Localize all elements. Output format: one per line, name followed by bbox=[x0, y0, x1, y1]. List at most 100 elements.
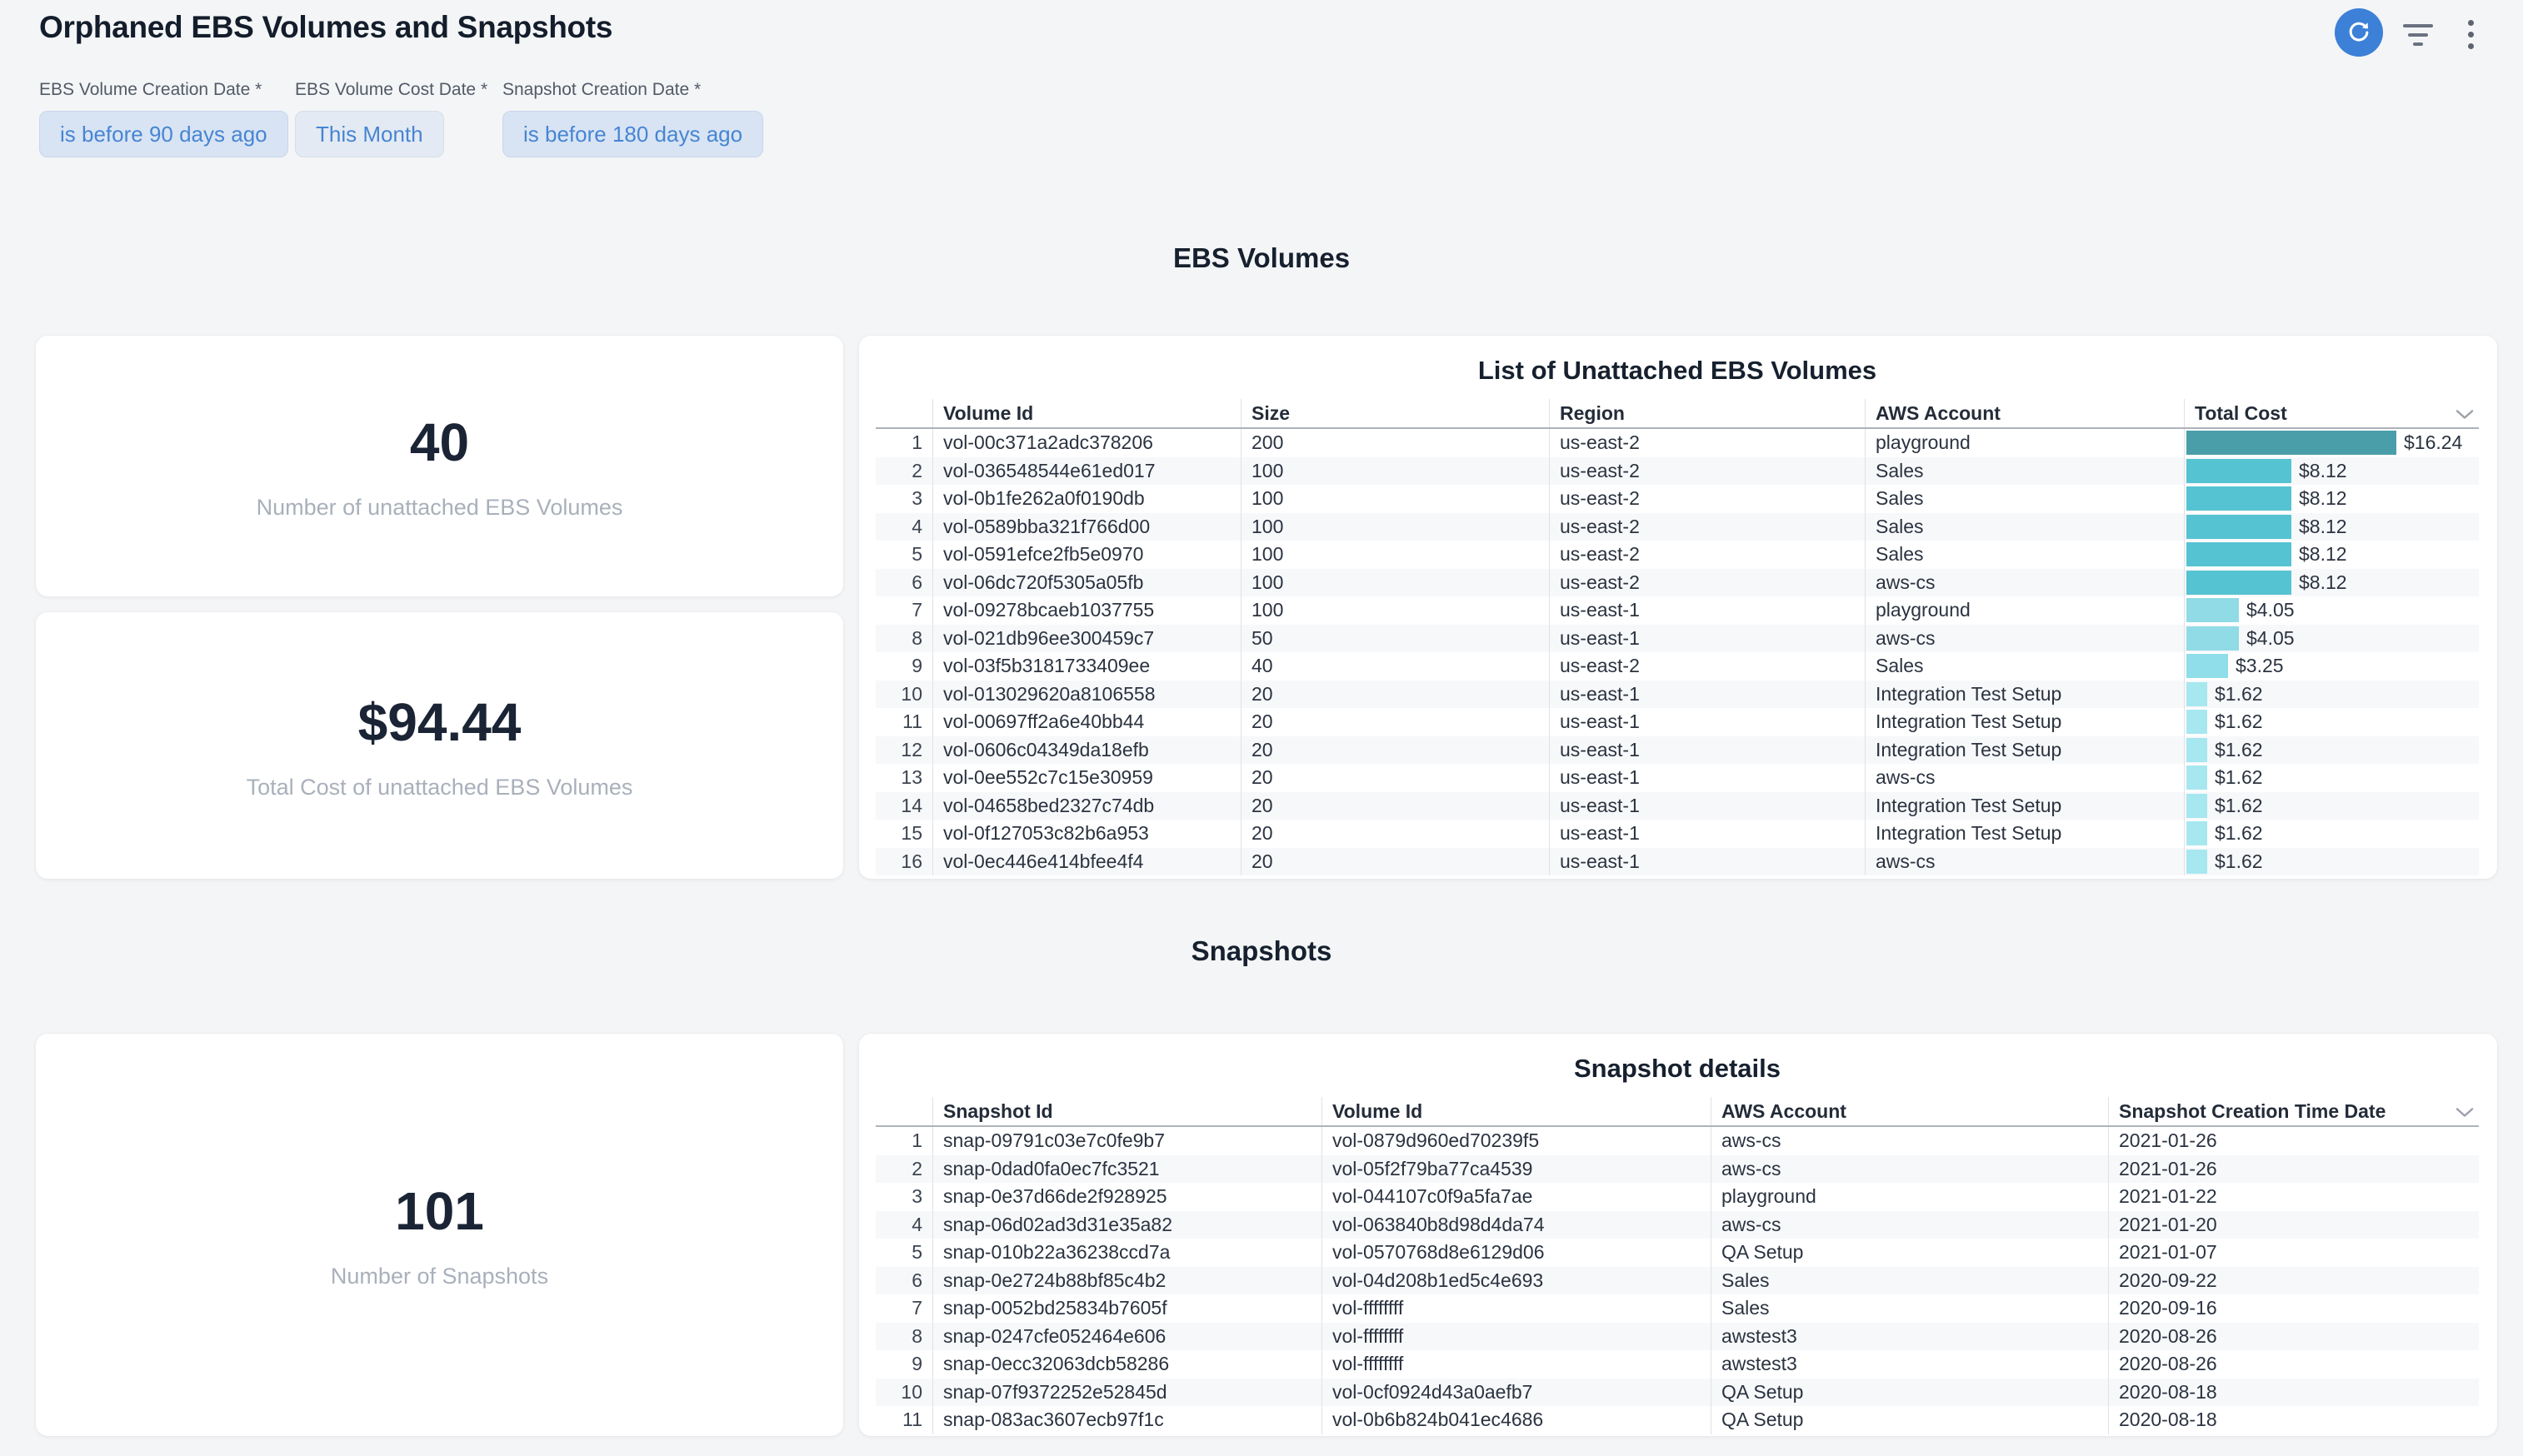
cell-volume-id: vol-04658bed2327c74db bbox=[932, 792, 1241, 820]
filter-chip-snapshot-creation-date[interactable]: is before 180 days ago bbox=[502, 111, 763, 157]
cell-volume-id: vol-ffffffff bbox=[1321, 1294, 1711, 1323]
cell-total-cost: $4.05 bbox=[2184, 625, 2479, 653]
cell-snapshot-id: snap-010b22a36238ccd7a bbox=[932, 1239, 1321, 1267]
cost-bar bbox=[2186, 850, 2207, 874]
row-number: 15 bbox=[876, 820, 932, 848]
cell-volume-id: vol-04d208b1ed5c4e693 bbox=[1321, 1267, 1711, 1295]
cell-total-cost: $8.12 bbox=[2184, 513, 2479, 541]
table-row: 1 snap-09791c03e7c0fe9b7 vol-0879d960ed7… bbox=[876, 1127, 2479, 1155]
cell-size: 50 bbox=[1241, 625, 1549, 653]
cell-snapshot-id: snap-0dad0fa0ec7fc3521 bbox=[932, 1155, 1321, 1184]
cell-size: 20 bbox=[1241, 820, 1549, 848]
row-number: 2 bbox=[876, 1155, 932, 1184]
cell-total-cost: $4.05 bbox=[2184, 596, 2479, 625]
cell-total-cost: $8.12 bbox=[2184, 485, 2479, 513]
table-row: 8 vol-021db96ee300459c7 50 us-east-1 aws… bbox=[876, 625, 2479, 653]
cell-total-cost: $3.25 bbox=[2184, 652, 2479, 681]
cell-volume-id: vol-ffffffff bbox=[1321, 1323, 1711, 1351]
cost-bar bbox=[2186, 486, 2291, 511]
chevron-down-icon[interactable] bbox=[2456, 1100, 2474, 1123]
kebab-menu-icon[interactable] bbox=[2467, 20, 2474, 53]
cost-label: $8.12 bbox=[2299, 460, 2347, 482]
cost-bar bbox=[2186, 765, 2207, 790]
cell-aws-account: aws-cs bbox=[1865, 848, 2184, 876]
row-number: 10 bbox=[876, 681, 932, 709]
cell-size: 20 bbox=[1241, 792, 1549, 820]
cell-snapshot-date: 2021-01-22 bbox=[2108, 1183, 2479, 1211]
table-row: 7 snap-0052bd25834b7605f vol-ffffffff Sa… bbox=[876, 1294, 2479, 1323]
filter-icon[interactable] bbox=[2401, 24, 2435, 47]
table-row: 12 vol-0606c04349da18efb 20 us-east-1 In… bbox=[876, 736, 2479, 765]
cell-aws-account: playground bbox=[1865, 429, 2184, 457]
cell-volume-id: vol-05f2f79ba77ca4539 bbox=[1321, 1155, 1711, 1184]
row-number: 7 bbox=[876, 596, 932, 625]
cell-aws-account: Integration Test Setup bbox=[1865, 820, 2184, 848]
row-number: 1 bbox=[876, 429, 932, 457]
cell-total-cost: $1.62 bbox=[2184, 736, 2479, 765]
cost-label: $4.05 bbox=[2246, 627, 2295, 650]
cell-region: us-east-1 bbox=[1549, 848, 1865, 876]
table-row: 8 snap-0247cfe052464e606 vol-ffffffff aw… bbox=[876, 1323, 2479, 1351]
cell-aws-account: Sales bbox=[1865, 652, 2184, 681]
filter-chip-volume-creation-date[interactable]: is before 90 days ago bbox=[39, 111, 288, 157]
cell-size: 100 bbox=[1241, 541, 1549, 569]
table-row: 10 snap-07f9372252e52845d vol-0cf0924d43… bbox=[876, 1379, 2479, 1407]
page-title: Orphaned EBS Volumes and Snapshots bbox=[39, 10, 612, 45]
filter-label: EBS Volume Cost Date * bbox=[295, 80, 487, 100]
cell-size: 20 bbox=[1241, 848, 1549, 876]
cell-volume-id: vol-0b6b824b041ec4686 bbox=[1321, 1406, 1711, 1434]
cell-volume-id: vol-0606c04349da18efb bbox=[932, 736, 1241, 765]
table-row: 1 vol-00c371a2adc378206 200 us-east-2 pl… bbox=[876, 429, 2479, 457]
cell-aws-account: aws-cs bbox=[1865, 569, 2184, 597]
table-row: 4 vol-0589bba321f766d00 100 us-east-2 Sa… bbox=[876, 513, 2479, 541]
cost-bar bbox=[2186, 738, 2207, 762]
cell-total-cost: $1.62 bbox=[2184, 708, 2479, 736]
unattached-volumes-table-card: List of Unattached EBS Volumes Volume Id… bbox=[859, 336, 2497, 879]
cell-aws-account: Sales bbox=[1711, 1267, 2108, 1295]
column-header-size: Size bbox=[1241, 399, 1549, 427]
cell-region: us-east-1 bbox=[1549, 792, 1865, 820]
cell-volume-id: vol-0879d960ed70239f5 bbox=[1321, 1127, 1711, 1155]
cell-total-cost: $16.24 bbox=[2184, 429, 2479, 457]
cell-snapshot-date: 2021-01-26 bbox=[2108, 1155, 2479, 1184]
column-header-volume-id: Volume Id bbox=[1321, 1097, 1711, 1125]
table-row: 9 vol-03f5b3181733409ee 40 us-east-2 Sal… bbox=[876, 652, 2479, 681]
row-number: 1 bbox=[876, 1127, 932, 1155]
cell-size: 40 bbox=[1241, 652, 1549, 681]
cell-volume-id: vol-ffffffff bbox=[1321, 1350, 1711, 1379]
cell-snapshot-date: 2021-01-26 bbox=[2108, 1127, 2479, 1155]
section-heading-ebs-volumes: EBS Volumes bbox=[0, 240, 2523, 277]
cost-label: $8.12 bbox=[2299, 543, 2347, 566]
cost-bar bbox=[2186, 598, 2239, 622]
cell-volume-id: vol-0570768d8e6129d06 bbox=[1321, 1239, 1711, 1267]
row-number: 11 bbox=[876, 708, 932, 736]
cell-snapshot-id: snap-09791c03e7c0fe9b7 bbox=[932, 1127, 1321, 1155]
column-header-rownum bbox=[876, 1097, 932, 1125]
cell-snapshot-date: 2020-08-26 bbox=[2108, 1350, 2479, 1379]
filter-chip-volume-cost-date[interactable]: This Month bbox=[295, 111, 444, 157]
cell-volume-id: vol-063840b8d98d4da74 bbox=[1321, 1211, 1711, 1239]
table-row: 6 vol-06dc720f5305a05fb 100 us-east-2 aw… bbox=[876, 569, 2479, 597]
row-number: 6 bbox=[876, 569, 932, 597]
cell-aws-account: aws-cs bbox=[1865, 764, 2184, 792]
volumes-table-header: Volume Id Size Region AWS Account Total … bbox=[876, 399, 2479, 429]
table-row: 16 vol-0ec446e414bfee4f4 20 us-east-1 aw… bbox=[876, 848, 2479, 876]
row-number: 3 bbox=[876, 485, 932, 513]
cell-region: us-east-1 bbox=[1549, 596, 1865, 625]
cost-label: $1.62 bbox=[2215, 795, 2263, 817]
refresh-button[interactable] bbox=[2335, 8, 2383, 57]
chevron-down-icon[interactable] bbox=[2456, 402, 2474, 425]
volumes-table-body: 1 vol-00c371a2adc378206 200 us-east-2 pl… bbox=[876, 429, 2479, 875]
cell-volume-id: vol-021db96ee300459c7 bbox=[932, 625, 1241, 653]
cell-region: us-east-1 bbox=[1549, 708, 1865, 736]
cell-volume-id: vol-00c371a2adc378206 bbox=[932, 429, 1241, 457]
snapshot-details-table-card: Snapshot details Snapshot Id Volume Id A… bbox=[859, 1034, 2497, 1436]
table-row: 2 snap-0dad0fa0ec7fc3521 vol-05f2f79ba77… bbox=[876, 1155, 2479, 1184]
cell-aws-account: aws-cs bbox=[1711, 1127, 2108, 1155]
cell-volume-id: vol-0ec446e414bfee4f4 bbox=[932, 848, 1241, 876]
table-row: 3 snap-0e37d66de2f928925 vol-044107c0f9a… bbox=[876, 1183, 2479, 1211]
column-header-aws-account: AWS Account bbox=[1711, 1097, 2108, 1125]
cell-volume-id: vol-0cf0924d43a0aefb7 bbox=[1321, 1379, 1711, 1407]
cell-size: 100 bbox=[1241, 596, 1549, 625]
cell-size: 20 bbox=[1241, 681, 1549, 709]
